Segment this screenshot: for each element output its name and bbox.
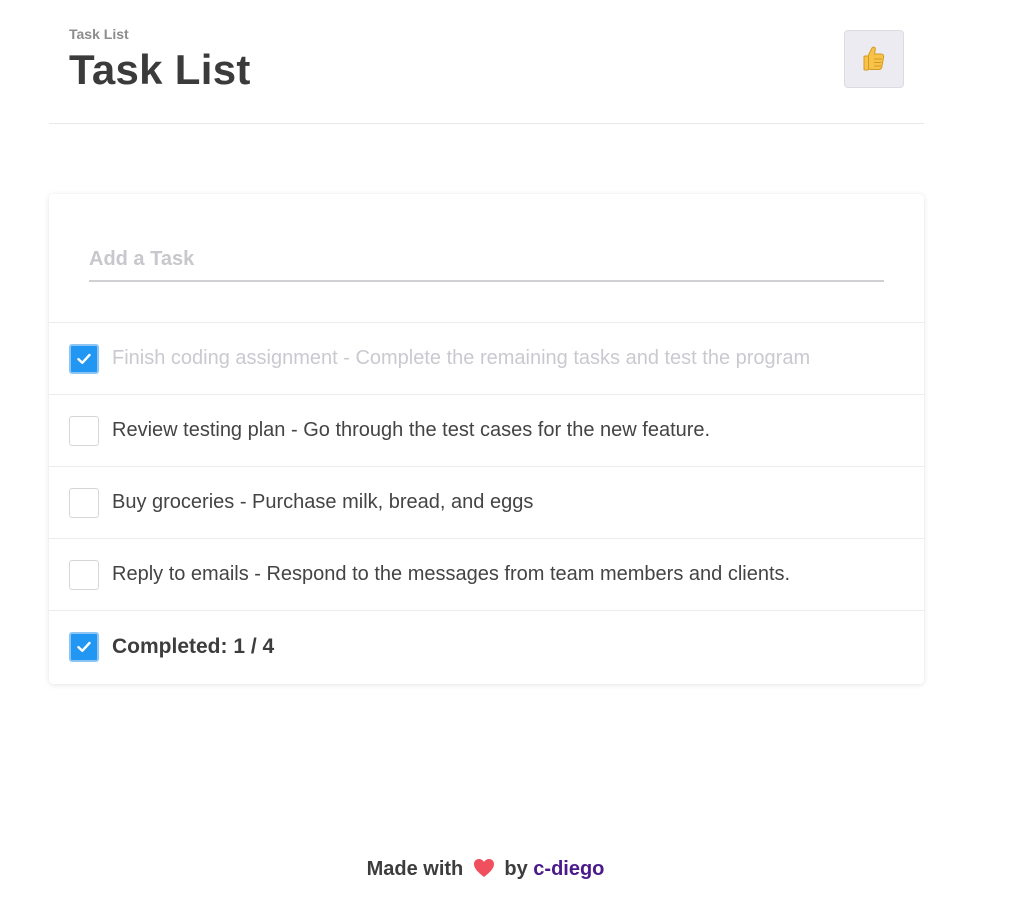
task-text: Buy groceries - Purchase milk, bread, an… [112,491,534,513]
task-checkbox[interactable] [69,344,99,374]
author-link[interactable]: c-diego [533,858,604,880]
task-checkbox[interactable] [69,560,99,590]
thumbs-up-button[interactable] [844,30,904,88]
completed-summary-row: Completed: 1 / 4 [49,611,924,683]
heart-icon [473,859,494,877]
footer-made-with: Made with [366,858,464,880]
add-task-input[interactable] [89,238,884,282]
breadcrumb: Task List [69,26,129,42]
check-icon [77,353,91,364]
footer-by: by [504,858,528,880]
task-row[interactable]: Finish coding assignment - Complete the … [49,323,924,395]
task-checkbox[interactable] [69,416,99,446]
page-title: Task List [69,46,251,93]
completed-checkbox[interactable] [69,632,99,662]
completed-count: Completed: 1 / 4 [112,635,275,658]
thumbs-up-icon [863,46,885,71]
task-row[interactable]: Review testing plan - Go through the tes… [49,395,924,467]
footer: Made with by c-diego [0,858,971,881]
task-checkbox[interactable] [69,488,99,518]
add-task-section [49,194,924,323]
task-row[interactable]: Buy groceries - Purchase milk, bread, an… [49,467,924,539]
page-header: Task List Task List [49,0,924,124]
task-text: Finish coding assignment - Complete the … [112,347,811,369]
check-icon [77,641,91,652]
task-text: Reply to emails - Respond to the message… [112,563,791,585]
task-row[interactable]: Reply to emails - Respond to the message… [49,539,924,611]
task-text: Review testing plan - Go through the tes… [112,419,711,441]
task-card: Finish coding assignment - Complete the … [49,194,924,684]
